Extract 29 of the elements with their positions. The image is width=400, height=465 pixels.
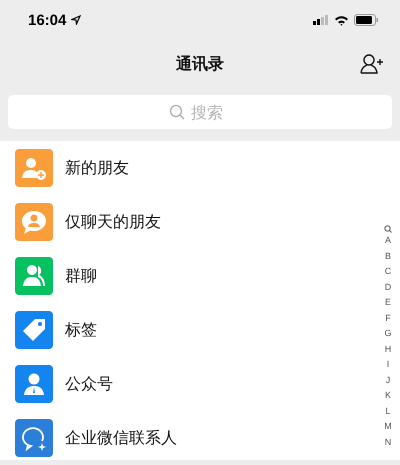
index-letter[interactable]: C bbox=[384, 264, 392, 280]
contact-menu-item[interactable]: 仅聊天的朋友 bbox=[0, 195, 372, 249]
index-letter[interactable]: D bbox=[384, 280, 392, 295]
index-letter[interactable]: G bbox=[384, 326, 392, 342]
index-letter[interactable]: J bbox=[386, 372, 390, 388]
search-icon bbox=[169, 104, 185, 120]
index-letter[interactable]: F bbox=[385, 310, 391, 326]
contact-menu-item[interactable]: 标签 bbox=[0, 303, 372, 357]
index-letter[interactable]: M bbox=[384, 419, 392, 434]
search-field[interactable]: 搜索 bbox=[191, 102, 231, 122]
index-letter[interactable]: L bbox=[385, 404, 390, 419]
page-title: 通讯录 bbox=[176, 54, 224, 74]
signal-icon bbox=[313, 15, 329, 25]
index-letter[interactable]: K bbox=[384, 388, 391, 404]
index-letter[interactable]: A bbox=[384, 233, 391, 248]
index-letter[interactable]: N bbox=[384, 434, 392, 450]
index-letter[interactable]: E bbox=[384, 295, 391, 310]
index-letter[interactable]: B bbox=[384, 248, 391, 264]
contact-menu-item[interactable]: 公众号 bbox=[0, 357, 372, 411]
search-icon[interactable] bbox=[384, 225, 392, 233]
location-arrow-icon bbox=[71, 15, 82, 25]
contact-menu-item[interactable]: 群聊 bbox=[0, 249, 372, 303]
contact-menu-item[interactable]: 新的朋友 bbox=[0, 141, 372, 195]
contact-menu-item[interactable]: 企业微信联系人 bbox=[0, 411, 372, 465]
battery-icon bbox=[354, 14, 378, 26]
wifi-icon bbox=[334, 14, 349, 26]
add-contact-icon[interactable] bbox=[360, 53, 384, 75]
status-time: 16:04 bbox=[28, 12, 66, 28]
index-letter[interactable]: H bbox=[384, 342, 392, 357]
